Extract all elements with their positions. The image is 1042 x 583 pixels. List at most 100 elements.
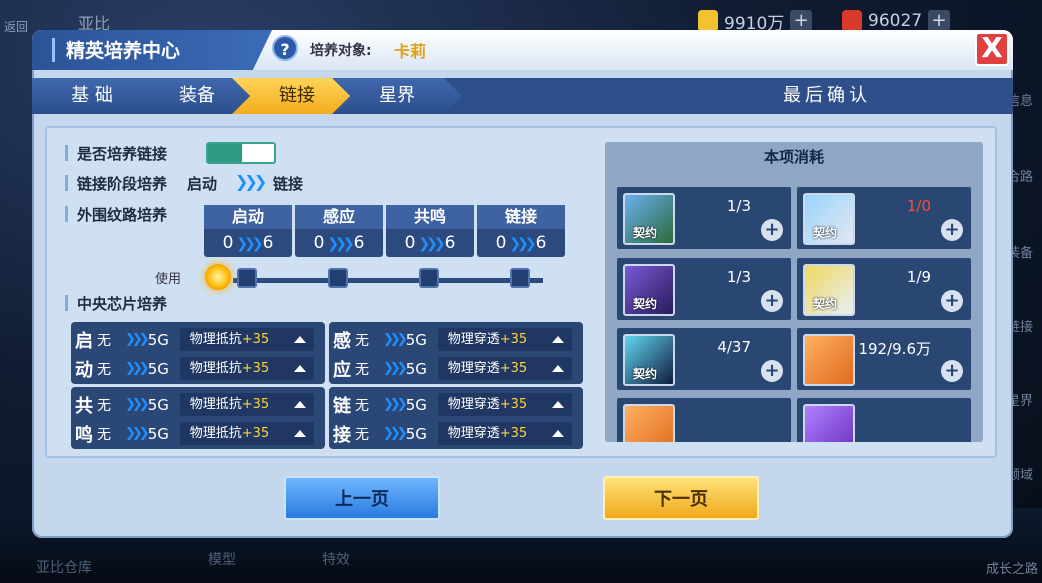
chevron-right-icon: ❯❯❯ (327, 236, 354, 252)
chip-row[interactable]: 感无 ❯❯❯ 5G 物理穿透+35 (329, 325, 583, 354)
chip-group: 共无 ❯❯❯ 5G 物理抵抗+35 鸣无 ❯❯❯ 5G 物理抵抗+35 (71, 387, 325, 449)
chevron-right-icon: ❯❯❯ (125, 397, 150, 412)
back-label[interactable]: 返回 (4, 18, 28, 35)
cost-item[interactable] (797, 398, 971, 442)
item-quantity-short: 1/0 (906, 197, 931, 215)
cost-panel: 本项消耗 契约 1/3 + 契约 1/0 + 契约 1/3 + 契约 1/9 + (605, 142, 983, 442)
tab-basic[interactable]: 基 础 (32, 78, 152, 114)
item-quantity: 1/3 (726, 197, 751, 215)
chevron-right-icon: ❯❯❯ (236, 236, 263, 252)
plus-icon[interactable]: + (941, 290, 963, 312)
chip-row[interactable]: 共无 ❯❯❯ 5G 物理抵抗+35 (71, 390, 325, 419)
cost-title: 本项消耗 (763, 148, 824, 166)
use-label: 使用 (155, 272, 182, 287)
label-accent (65, 206, 68, 222)
cost-item[interactable]: 契约 1/3 + (617, 258, 791, 320)
slider-knob[interactable] (510, 268, 530, 288)
cost-item[interactable]: 契约 1/9 + (797, 258, 971, 320)
stage-card[interactable]: 链接 0 ❯❯❯ 6 (477, 205, 565, 257)
stage-name: 共鸣 (386, 205, 474, 229)
chip-stat-select[interactable]: 物理穿透+35 (437, 393, 572, 416)
caret-up-icon (551, 401, 564, 408)
tab-astral[interactable]: 星界 (332, 78, 462, 114)
stage-card[interactable]: 共鸣 0 ❯❯❯ 6 (386, 205, 474, 257)
cost-item[interactable]: 契约 4/37 + (617, 328, 791, 390)
chevron-right-icon: ❯❯❯ (125, 361, 150, 376)
slider-knob[interactable] (237, 268, 257, 288)
close-button[interactable]: X (975, 32, 1009, 66)
chip-row[interactable]: 应无 ❯❯❯ 5G 物理穿透+35 (329, 354, 583, 383)
chip-stat-select[interactable]: 物理穿透+35 (437, 422, 572, 445)
plus-icon[interactable]: + (941, 219, 963, 241)
train-link-toggle[interactable] (206, 142, 276, 164)
caret-up-icon (293, 401, 306, 408)
model-label[interactable]: 模型 (208, 549, 236, 569)
caret-up-icon (551, 430, 564, 437)
chip-row[interactable]: 接无 ❯❯❯ 5G 物理穿透+35 (329, 419, 583, 448)
gem-icon (842, 10, 862, 32)
cost-item[interactable] (617, 398, 791, 442)
stage-range: 0 ❯❯❯ 6 (495, 233, 547, 253)
creature-thumbnail: 契约 (623, 264, 675, 316)
chip-row[interactable]: 启无 ❯❯❯ 5G 物理抵抗+35 (71, 325, 325, 354)
step-tabs: 基 础 装备 链接 星界 最后确认 (32, 78, 1013, 114)
chevron-right-icon: ❯❯❯ (509, 236, 536, 252)
creature-thumbnail: 契约 (623, 193, 675, 245)
caret-up-icon (293, 430, 306, 437)
chevron-right-icon: ❯❯❯ (383, 332, 408, 347)
plus-icon[interactable]: + (941, 360, 963, 382)
chip-row[interactable]: 链无 ❯❯❯ 5G 物理穿透+35 (329, 390, 583, 419)
chip-stat-select[interactable]: 物理穿透+35 (437, 328, 572, 351)
add-currency1-button[interactable]: + (790, 10, 813, 32)
prev-page-button[interactable]: 上一页 (284, 476, 440, 520)
growth-road-label[interactable]: 成长之路 (982, 558, 1042, 577)
orange-item-icon (623, 404, 675, 442)
chip-stat-select[interactable]: 物理抵抗+35 (179, 393, 314, 416)
cost-item[interactable]: 契约 1/3 + (617, 187, 791, 249)
add-currency2-button[interactable]: + (928, 10, 951, 32)
train-link-label: 是否培养链接 (77, 145, 168, 163)
chip-stat-select[interactable]: 物理抵抗+35 (179, 357, 314, 380)
chip-stat-select[interactable]: 物理穿透+35 (437, 357, 572, 380)
slider-knob[interactable] (328, 268, 348, 288)
help-icon[interactable]: ? (272, 35, 298, 61)
sun-icon[interactable] (205, 264, 231, 290)
stage-card[interactable]: 感应 0 ❯❯❯ 6 (295, 205, 383, 257)
cost-item[interactable]: 契约 1/0 + (797, 187, 971, 249)
chip-group: 感无 ❯❯❯ 5G 物理穿透+35 应无 ❯❯❯ 5G 物理穿透+35 (329, 322, 583, 384)
chevron-right-icon: ❯❯❯ (235, 172, 267, 191)
plus-icon[interactable]: + (761, 219, 783, 241)
target-value: 卡莉 (394, 42, 427, 61)
effect-label[interactable]: 特效 (322, 549, 350, 569)
currency2-value: 96027 (868, 11, 923, 31)
slider-knob[interactable] (419, 268, 439, 288)
plus-icon[interactable]: + (761, 360, 783, 382)
coin-icon (698, 10, 718, 32)
chip-row[interactable]: 动无 ❯❯❯ 5G 物理抵抗+35 (71, 354, 325, 383)
chip-stat-select[interactable]: 物理抵抗+35 (179, 328, 314, 351)
stage-slider-track[interactable] (233, 278, 543, 283)
stage-to: 链接 (273, 175, 304, 193)
chip-row[interactable]: 鸣无 ❯❯❯ 5G 物理抵抗+35 (71, 419, 325, 448)
label-accent (65, 145, 68, 161)
stage-name: 链接 (477, 205, 565, 229)
title-accent-bar (52, 38, 55, 62)
stage-from: 启动 (187, 175, 218, 193)
tab-final-confirm[interactable]: 最后确认 (642, 78, 1012, 114)
storage-label[interactable]: 亚比仓库 (36, 557, 92, 577)
outer-pattern-label: 外围纹路培养 (77, 206, 168, 224)
target-label: 培养对象: (310, 43, 372, 59)
label-accent (65, 295, 68, 311)
toggle-fill (208, 144, 242, 162)
content-area: 是否培养链接 链接阶段培养 启动 ❯❯❯ 链接 外围纹路培养 启动 0 ❯❯❯ 6 … (45, 126, 997, 458)
label-accent (65, 175, 68, 191)
plus-icon[interactable]: + (761, 290, 783, 312)
chip-stat-select[interactable]: 物理抵抗+35 (179, 422, 314, 445)
stage-card[interactable]: 启动 0 ❯❯❯ 6 (204, 205, 292, 257)
panel-title: 精英培养中心 (66, 40, 181, 62)
next-page-button[interactable]: 下一页 (603, 476, 759, 520)
chevron-right-icon: ❯❯❯ (383, 426, 408, 441)
elite-training-panel: 精英培养中心 ? 培养对象: 卡莉 X 基 础 装备 链接 星界 最后确认 是否… (32, 30, 1013, 538)
cost-item[interactable]: 192/9.6万 + (797, 328, 971, 390)
creature-thumbnail: 契约 (623, 334, 675, 386)
